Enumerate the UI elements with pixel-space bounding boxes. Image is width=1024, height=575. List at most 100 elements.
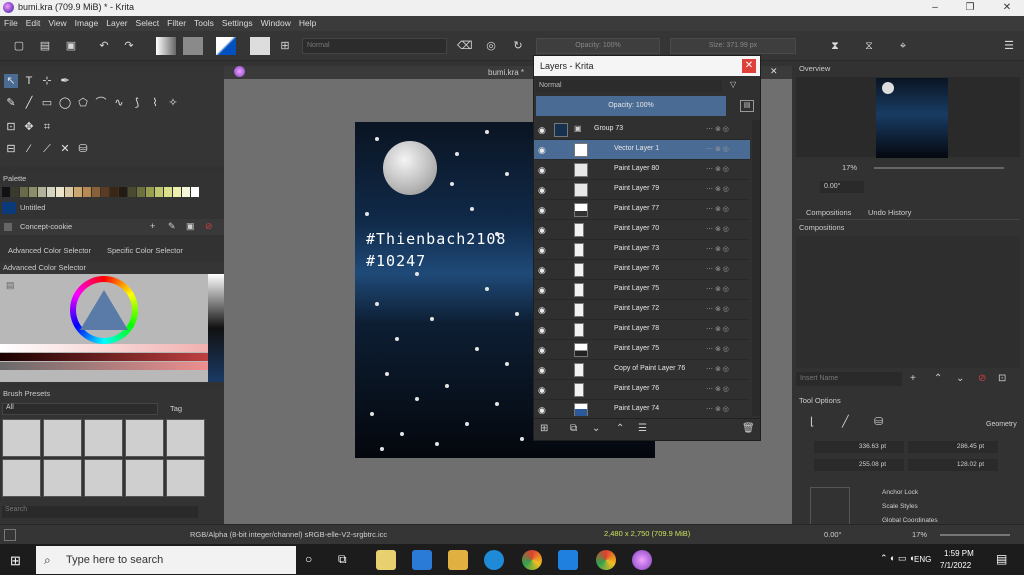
layer-flags[interactable]: ⋯ ⊗ ◎ — [706, 245, 729, 253]
layer-flags[interactable]: ⋯ ⊗ ◎ — [706, 225, 729, 233]
edit-shapes-tool-icon[interactable]: ⊹ — [40, 74, 54, 88]
windows-start-icon[interactable]: ⊞ — [10, 553, 21, 569]
close-window-button[interactable]: ✕ — [992, 0, 1022, 16]
chrome-icon[interactable] — [522, 550, 542, 570]
shape-align-icon[interactable]: ⌊ — [810, 415, 814, 428]
palette-swatch[interactable] — [74, 187, 82, 197]
mirror-horizontal-icon[interactable]: ⧗ — [828, 39, 842, 53]
open-document-icon[interactable]: ▤ — [38, 39, 52, 53]
layer-flags[interactable]: ⋯ ⊗ ◎ — [706, 365, 729, 373]
add-layer-icon[interactable]: ⊞ — [540, 423, 548, 434]
palette-swatch[interactable] — [119, 187, 127, 197]
eye-icon[interactable]: ◉ — [538, 165, 546, 176]
layer-row[interactable]: ◉ Paint Layer 75 ⋯ ⊗ ◎ — [534, 280, 750, 300]
shade-bar-3[interactable] — [0, 362, 208, 370]
brush-preset[interactable] — [125, 459, 164, 497]
duplicate-layer-icon[interactable]: ⧉ — [570, 423, 577, 434]
palette-swatch[interactable] — [47, 187, 55, 197]
palette-swatch[interactable] — [65, 187, 73, 197]
layer-list-scrollbar[interactable] — [752, 120, 760, 416]
palette-swatch[interactable] — [56, 187, 64, 197]
eye-icon[interactable]: ◉ — [538, 205, 546, 216]
tab-specific-color-selector[interactable]: Specific Color Selector — [101, 244, 189, 258]
layer-filter-icon[interactable]: ▽ — [730, 80, 736, 89]
polygon-tool-icon[interactable]: ⬠ — [76, 96, 90, 110]
palette-swatch[interactable] — [110, 187, 118, 197]
geometry-w-field[interactable]: 286.45 pt — [908, 441, 998, 453]
polyline-tool-icon[interactable]: ⌒ — [94, 96, 108, 110]
layer-flags[interactable]: ⋯ ⊗ ◎ — [706, 305, 729, 313]
palette-active-swatch[interactable] — [2, 202, 16, 214]
scale-styles-label[interactable]: Scale Styles — [882, 503, 918, 510]
line-tool-icon[interactable]: ╱ — [22, 96, 36, 110]
palette-select[interactable]: Concept-cookie — [20, 222, 72, 231]
brush-preset[interactable] — [2, 419, 41, 457]
input-language[interactable]: ENG — [914, 555, 931, 564]
settings-menu-icon[interactable]: ☰ — [1002, 39, 1016, 53]
shape-line-icon[interactable]: ╱ — [842, 415, 849, 428]
layer-flags[interactable]: ⋯ ⊗ ◎ — [706, 265, 729, 273]
eye-icon[interactable]: ◉ — [538, 225, 546, 236]
brush-preset[interactable] — [166, 419, 205, 457]
layer-row[interactable]: ◉ Paint Layer 80 ⋯ ⊗ ◎ — [534, 160, 750, 180]
geometry-x-field[interactable]: 336.63 pt — [814, 441, 904, 453]
layer-row[interactable]: ◉ Paint Layer 79 ⋯ ⊗ ◎ — [534, 180, 750, 200]
opacity-slider[interactable]: Opacity: 100% — [536, 38, 660, 54]
shape-fill-icon[interactable]: ⛁ — [874, 415, 883, 428]
layer-row[interactable]: ◉ Paint Layer 73 ⋯ ⊗ ◎ — [534, 240, 750, 260]
move-tool-icon[interactable]: ✥ — [22, 120, 36, 134]
eraser-icon[interactable]: ⌫ — [457, 39, 473, 53]
file-explorer-icon[interactable] — [448, 550, 468, 570]
menu-select[interactable]: Select — [132, 16, 164, 31]
tab-undo-history[interactable]: Undo History — [862, 206, 917, 220]
layer-row[interactable]: ◉ ▣ Group 73 ⋯ ⊗ ◎ — [534, 120, 750, 140]
layer-flags[interactable]: ⋯ ⊗ ◎ — [706, 145, 729, 153]
new-document-icon[interactable]: ▢ — [12, 39, 26, 53]
fill-tool-icon[interactable]: ⛁ — [76, 142, 90, 156]
brush-preset[interactable] — [2, 459, 41, 497]
save-palette-icon[interactable]: ▣ — [186, 221, 195, 232]
blend-mode-select[interactable]: Normal — [302, 38, 447, 54]
add-composition-icon[interactable]: + — [910, 373, 916, 384]
cortana-icon[interactable]: ○ — [305, 552, 312, 566]
palette-swatch[interactable] — [191, 187, 199, 197]
redo-icon[interactable]: ↷ — [122, 39, 136, 53]
brush-preset[interactable] — [84, 419, 123, 457]
palette-swatch[interactable] — [128, 187, 136, 197]
remove-composition-icon[interactable]: ⊘ — [978, 373, 986, 384]
layer-row[interactable]: ◉ Paint Layer 76 ⋯ ⊗ ◎ — [534, 260, 750, 280]
eye-icon[interactable]: ◉ — [538, 325, 546, 336]
layer-row[interactable]: ◉ Copy of Paint Layer 76 ⋯ ⊗ ◎ — [534, 360, 750, 380]
brush-preset[interactable] — [43, 419, 82, 457]
overview-zoom-slider[interactable] — [874, 167, 1004, 169]
move-up-icon[interactable]: ⌃ — [934, 373, 942, 384]
gradient-selector[interactable] — [156, 37, 176, 55]
brush-preset-icon[interactable] — [250, 37, 270, 55]
chrome-profile-icon[interactable] — [596, 550, 616, 570]
layer-flags[interactable]: ⋯ ⊗ ◎ — [706, 385, 729, 393]
eye-icon[interactable]: ◉ — [538, 385, 546, 396]
layer-row[interactable]: ◉ Paint Layer 74 ⋯ ⊗ ◎ — [534, 400, 750, 416]
palette-swatch[interactable] — [29, 187, 37, 197]
layer-flags[interactable]: ⋯ ⊗ ◎ — [706, 345, 729, 353]
compositions-list[interactable] — [796, 236, 1020, 368]
assistant-tool-icon[interactable]: ⊟ — [4, 142, 18, 156]
palette-swatch[interactable] — [182, 187, 190, 197]
clock-date[interactable]: 7/1/2022 — [940, 561, 971, 570]
palette-swatch[interactable] — [155, 187, 163, 197]
alpha-lock-icon[interactable]: ◎ — [484, 39, 498, 53]
brush-preset[interactable] — [125, 419, 164, 457]
undo-icon[interactable]: ↶ — [97, 39, 111, 53]
menu-window[interactable]: Window — [257, 16, 295, 31]
layer-row[interactable]: ◉ Paint Layer 70 ⋯ ⊗ ◎ — [534, 220, 750, 240]
freehand-path-tool-icon[interactable]: ⟆ — [130, 96, 144, 110]
anchor-grid[interactable] — [810, 487, 850, 527]
transform-tool-icon[interactable]: ⌗ — [40, 120, 54, 134]
tab-compositions[interactable]: Compositions — [800, 206, 857, 220]
bezier-tool-icon[interactable]: ∿ — [112, 96, 126, 110]
task-view-icon[interactable]: ⧉ — [338, 552, 347, 567]
saturation-triangle[interactable] — [80, 290, 128, 330]
size-slider[interactable]: Size: 371.99 px — [670, 38, 796, 54]
move-layer-down-icon[interactable]: ⌄ — [592, 423, 600, 434]
menu-edit[interactable]: Edit — [22, 16, 45, 31]
